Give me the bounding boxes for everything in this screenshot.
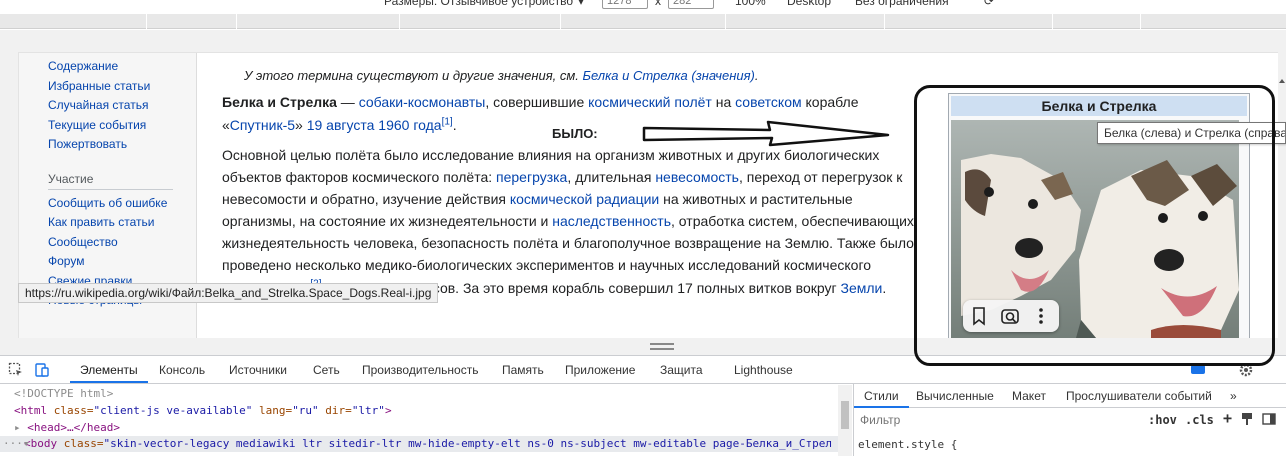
annotation-before-label: БЫЛО:	[552, 126, 598, 141]
sidebar-item-current-events[interactable]: Текущие события	[48, 118, 146, 132]
tab-memory[interactable]: Память	[502, 363, 544, 377]
width-input[interactable]: 1278	[602, 0, 648, 9]
link-sputnik-5[interactable]: Спутник-5	[230, 117, 295, 133]
sidebar-item-featured[interactable]: Избранные статьи	[48, 79, 150, 93]
sidebar-divider	[48, 189, 173, 190]
chevron-down-icon: ▾	[578, 0, 585, 8]
sidebar-item-forum[interactable]: Форум	[48, 254, 84, 268]
annotation-arrow-icon	[642, 120, 890, 147]
reference-1[interactable]: [1]	[442, 116, 453, 127]
tab-event-listeners[interactable]: Прослушиватели событий	[1066, 389, 1212, 403]
body-line-6: проведено несколько медико-биологических…	[222, 257, 872, 273]
link-weightlessness[interactable]: невесомость	[655, 169, 739, 185]
body-line-5: жизнедеятельность человека, безопасность…	[222, 235, 914, 251]
device-toggle-icon[interactable]	[34, 362, 50, 378]
tab-lighthouse[interactable]: Lighthouse	[734, 363, 793, 377]
status-bar-url: https://ru.wikipedia.org/wiki/Файл:Belka…	[18, 283, 439, 303]
styles-pane: Стили Вычисленные Макет Прослушиватели с…	[853, 384, 1286, 456]
element-style-rule[interactable]: element.style {	[858, 438, 957, 451]
tab-styles[interactable]: Стили	[864, 389, 899, 403]
sidebar-item-random[interactable]: Случайная статья	[48, 98, 148, 112]
sidebar-section-heading: Участие	[48, 172, 94, 186]
styles-tab-bar: Стили Вычисленные Макет Прослушиватели с…	[854, 384, 1286, 408]
paint-icon[interactable]	[1240, 412, 1256, 428]
link-cosmic-radiation[interactable]: космической радиации	[510, 191, 659, 207]
zoom-dropdown[interactable]: 100%	[735, 0, 766, 8]
sidebar-item-report-error[interactable]: Сообщить об ошибке	[48, 196, 167, 210]
height-input[interactable]: 282	[668, 0, 714, 9]
tab-sources[interactable]: Источники	[229, 363, 287, 377]
tab-console[interactable]: Консоль	[159, 363, 205, 377]
tab-computed[interactable]: Вычисленные	[916, 389, 994, 403]
hover-state-button[interactable]: :hov	[1148, 413, 1177, 427]
intro-line-1: Белка и Стрелка — собаки-космонавты, сов…	[222, 94, 859, 110]
page-scrollbar[interactable]	[1278, 52, 1286, 355]
sidebar: Содержание Избранные статьи Случайная ст…	[19, 53, 197, 354]
more-tabs-button[interactable]: »	[1230, 389, 1237, 403]
devtools-panel: Элементы Консоль Источники Сеть Производ…	[0, 355, 1286, 456]
active-tab-indicator	[70, 381, 148, 383]
tab-layout[interactable]: Макет	[1012, 389, 1046, 403]
hatnote-link[interactable]: Белка и Стрелка (значения)	[583, 68, 755, 83]
sidebar-item-community[interactable]: Сообщество	[48, 235, 118, 249]
head-node[interactable]: ▸ <head>…</head>	[14, 421, 120, 434]
tab-application[interactable]: Приложение	[565, 363, 635, 377]
rotate-icon[interactable]: ⟳	[984, 0, 994, 8]
intro-line-2: «Спутник-5» 19 августа 1960 года[1].	[222, 116, 457, 133]
link-overload[interactable]: перегрузка	[496, 169, 567, 185]
link-date[interactable]: 19 августа 1960 года	[307, 117, 442, 133]
tab-performance[interactable]: Производительность	[362, 363, 478, 377]
link-heredity[interactable]: наследственность	[552, 213, 671, 229]
elements-scroll-thumb[interactable]	[841, 401, 849, 429]
body-node[interactable]: ···▾ <body class="skin-vector-legacy medi…	[0, 436, 838, 452]
doctype-node[interactable]: <!DOCTYPE html>	[14, 387, 113, 400]
elements-tree[interactable]: <!DOCTYPE html> <html class="client-js v…	[0, 385, 838, 456]
device-toolbar: Размеры: Отзывчивое устройство ▾ 1278 x …	[0, 0, 1286, 12]
annotation-frame	[914, 85, 1275, 366]
mode-dropdown[interactable]: Desktop	[787, 0, 831, 8]
dimension-separator: x	[655, 0, 661, 8]
inspect-icon[interactable]	[8, 362, 24, 378]
sidebar-item-how-to-edit[interactable]: Как править статьи	[48, 215, 154, 229]
screen: Размеры: Отзывчивое устройство ▾ 1278 x …	[0, 0, 1286, 456]
elements-scrollbar[interactable]	[838, 385, 852, 456]
body-line-4: организмы, на состояние их жизнедеятельн…	[222, 213, 914, 229]
sidebar-item-contents[interactable]: Содержание	[48, 59, 118, 73]
media-query-ruler	[0, 14, 1286, 29]
tab-security[interactable]: Защита	[660, 363, 703, 377]
class-toggle-button[interactable]: .cls	[1185, 413, 1214, 427]
html-node[interactable]: <html class="client-js ve-available" lan…	[14, 404, 392, 417]
throttle-dropdown[interactable]: Без ограничения	[855, 0, 949, 8]
sidebar-toggle-icon[interactable]	[1262, 412, 1278, 428]
link-space-dogs[interactable]: собаки-космонавты	[359, 94, 486, 110]
styles-active-indicator	[854, 406, 909, 408]
body-line-8: асов. За это время корабль совершил 17 п…	[425, 280, 887, 296]
splitter-grip[interactable]	[650, 343, 674, 350]
dimensions-dropdown[interactable]: Размеры: Отзывчивое устройство	[384, 0, 573, 8]
hatnote: У этого термина существуют и другие знач…	[244, 68, 759, 83]
styles-filter-input[interactable]	[856, 411, 1139, 429]
plus-icon[interactable]: +	[1223, 409, 1232, 427]
link-soviet[interactable]: советском	[735, 94, 802, 110]
body-line-3: невесомости и обратно, изучение действия…	[222, 191, 853, 207]
link-earth[interactable]: Земли	[841, 280, 883, 296]
link-space-flight[interactable]: космический полёт	[588, 94, 712, 110]
article-body: У этого термина существуют и другие знач…	[222, 53, 922, 354]
sidebar-item-donate[interactable]: Пожертвовать	[48, 137, 127, 151]
tab-network[interactable]: Сеть	[313, 363, 340, 377]
body-line-2: объектов факторов космического полёта: п…	[222, 169, 903, 185]
tab-elements[interactable]: Элементы	[80, 363, 138, 377]
